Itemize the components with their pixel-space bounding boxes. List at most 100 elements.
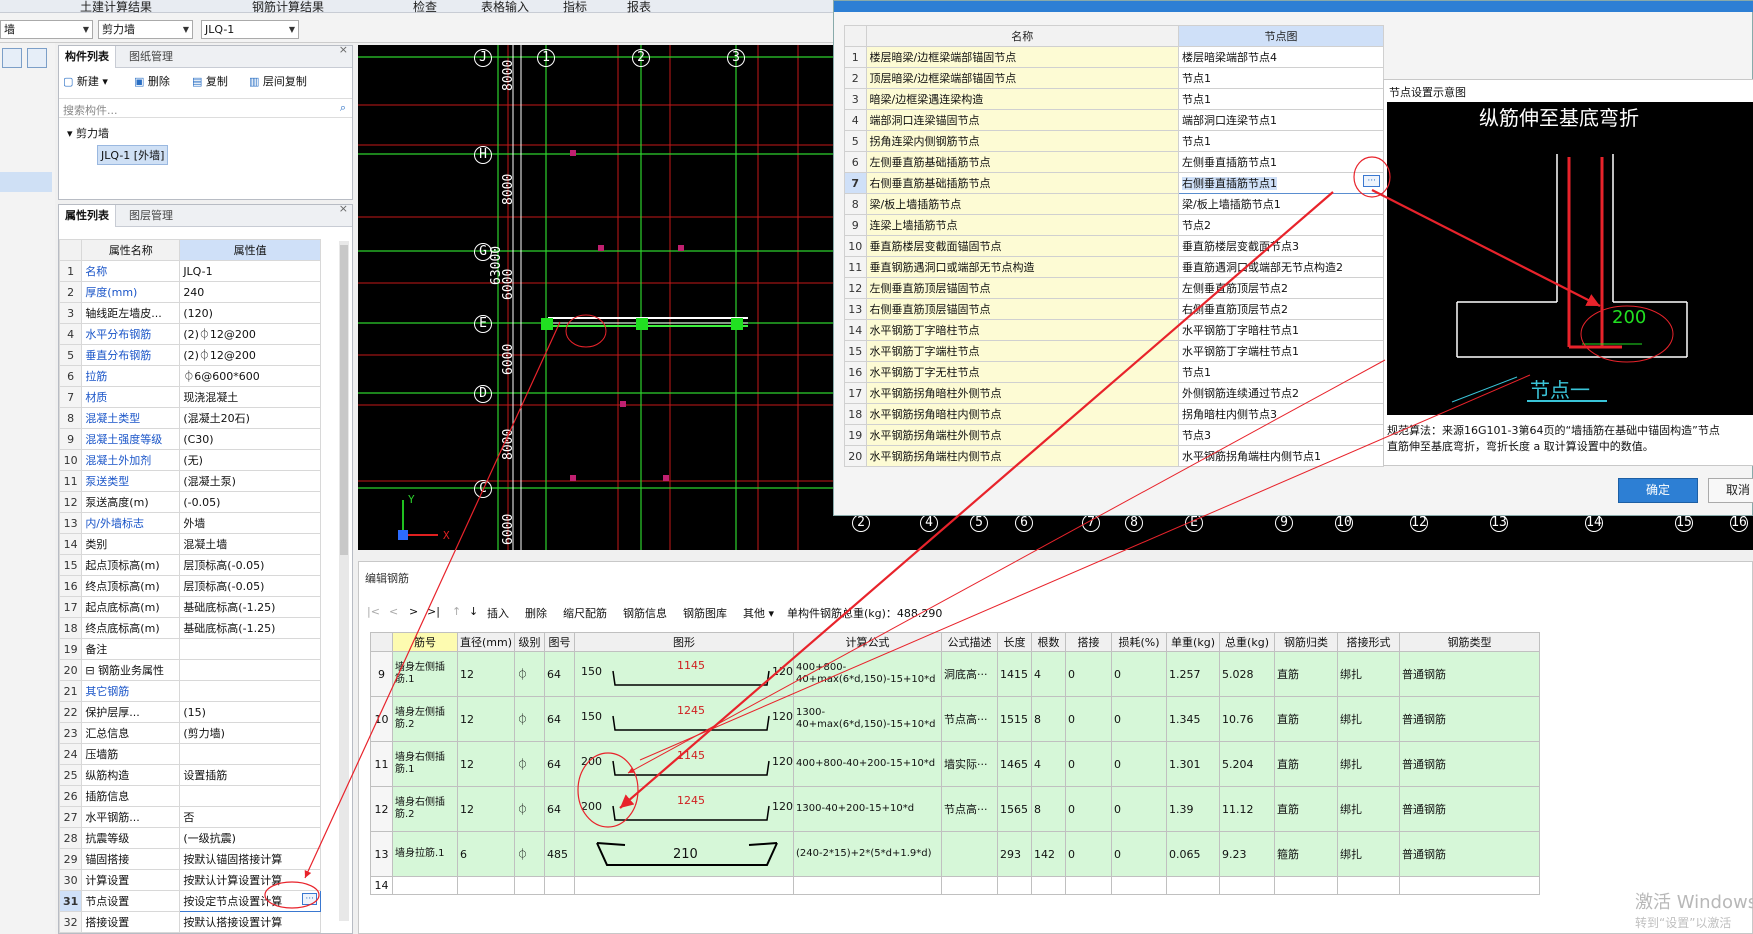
property-scrollbar[interactable] [339,241,349,921]
property-value[interactable] [179,638,321,660]
property-value[interactable]: 设置插筋 [179,764,321,786]
property-row[interactable]: 20 ⊟ 钢筋业务属性 [58,659,321,681]
node-row[interactable]: 1 楼层暗梁/边框梁端部锚固节点 楼层暗梁端部节点4 [844,46,1384,68]
rebar-len[interactable]: 1465 [997,741,1033,787]
node-row[interactable]: 20 水平钢筋拐角端柱内侧节点 水平钢筋拐角端柱内侧节点1 [844,445,1384,467]
empty-cell[interactable] [997,876,1033,895]
property-value[interactable] [179,785,321,807]
rebar-cat[interactable]: 箍筋 [1274,831,1339,877]
property-value[interactable]: 按默认计算设置计算 [179,869,321,891]
rebar-name[interactable]: 墙身右侧插筋.2 [392,786,458,832]
rebar-total[interactable]: 9.23 [1219,831,1276,877]
list-view-icon[interactable] [2,48,22,68]
rebar-loss[interactable]: 0 [1111,696,1168,742]
property-row[interactable]: 8 混凝土类型 (混凝土20石) [58,407,321,429]
node-figure[interactable]: 节点2 [1178,214,1384,236]
property-value[interactable]: (120) [179,302,321,324]
property-value[interactable]: (-0.05) [179,491,321,513]
close-icon[interactable]: × [339,43,348,56]
rebar-fig[interactable]: 64 [544,786,576,832]
rebar-count[interactable]: 142 [1031,831,1067,877]
node-figure[interactable]: 水平钢筋丁字暗柱节点1 [1178,319,1384,341]
rebar-lapform[interactable]: 绑扎 [1337,696,1401,742]
rebar-fig[interactable]: 64 [544,696,576,742]
node-row[interactable]: 19 水平钢筋拐角端柱外侧节点 节点3 [844,424,1384,446]
property-row[interactable]: 23 汇总信息 (剪力墙) [58,722,321,744]
rebar-count[interactable]: 4 [1031,741,1067,787]
node-figure[interactable]: 拐角暗柱内侧节点3 [1178,403,1384,425]
rebar-len[interactable]: 293 [997,831,1033,877]
rebar-dia[interactable]: 12 [456,651,516,697]
rebar-dia[interactable]: 12 [456,696,516,742]
rebar-formula[interactable]: 1300-40+200-15+10*d [793,786,943,832]
property-row[interactable]: 13 内/外墙标志 外墙 [58,512,321,534]
property-value[interactable]: 现浇混凝土 [179,386,321,408]
rebar-grade[interactable]: ⏀ [514,741,546,787]
rebar-shape-cell[interactable]: 200 1145 120 [574,741,795,787]
rebar-count[interactable]: 8 [1031,696,1067,742]
ok-button[interactable]: 确定 [1618,478,1698,503]
node-figure[interactable]: 节点1 [1178,361,1384,383]
property-value[interactable] [179,659,321,681]
node-figure[interactable]: 节点1 [1178,67,1384,89]
rebar-lap[interactable]: 0 [1065,831,1113,877]
rebar-row[interactable]: 11 墙身右侧插筋.1 12 ⏀ 64 200 1145 120 400+800-40+200-… [370,741,1541,787]
empty-cell[interactable] [544,876,576,895]
rebar-type[interactable]: 普通钢筋 [1399,696,1541,742]
rebar-total[interactable]: 11.12 [1219,786,1276,832]
property-row[interactable]: 25 纵筋构造 设置插筋 [58,764,321,786]
rebar-shape-cell[interactable]: 150 1245 120 [574,696,795,742]
empty-cell[interactable] [1399,876,1541,895]
tab-component-list[interactable]: 构件列表 [59,46,116,68]
prev-button[interactable]: < [389,605,398,618]
node-row[interactable]: 12 左侧垂直筋顶层锚固节点 左侧垂直筋顶层节点2 [844,277,1384,299]
rebar-unit[interactable]: 1.257 [1166,651,1221,697]
property-row[interactable]: 6 拉筋 ⏀6@600*600 [58,365,321,387]
property-value[interactable]: 外墙 [179,512,321,534]
rebar-len[interactable]: 1415 [997,651,1033,697]
rebar-len[interactable]: 1515 [997,696,1033,742]
rebar-loss[interactable]: 0 [1111,651,1168,697]
insert-button[interactable]: 插入 [487,605,509,621]
rebar-total[interactable]: 5.028 [1219,651,1276,697]
node-figure[interactable]: 水平钢筋拐角端柱内侧节点1 [1178,445,1384,467]
property-value[interactable]: 按设定节点设置计算 ··· [179,890,321,912]
property-value[interactable]: (混凝土泵) [179,470,321,492]
rebar-name[interactable]: 墙身右侧插筋.1 [392,741,458,787]
property-row[interactable]: 4 水平分布钢筋 (2)⏀12@200 [58,323,321,345]
rebar-grade[interactable]: ⏀ [514,651,546,697]
rebar-shape-cell[interactable]: 210 [574,831,795,877]
delete-button[interactable]: 删除 [525,605,547,621]
category-select[interactable]: 墙 ▼ [0,20,93,39]
property-row[interactable]: 14 类别 混凝土墙 [58,533,321,555]
node-figure[interactable]: 左侧垂直筋顶层节点2 [1178,277,1384,299]
empty-row[interactable]: 14 [370,876,1541,895]
rebar-row[interactable]: 13 墙身拉筋.1 6 ⏀ 485 210 (240-2*15)+2*(5*d+1.9*d)… [370,831,1541,877]
rebar-desc[interactable]: 洞底高··· [941,651,999,697]
property-row[interactable]: 5 垂直分布钢筋 (2)⏀12@200 [58,344,321,366]
node-row[interactable]: 15 水平钢筋丁字端柱节点 水平钢筋丁字端柱节点1 [844,340,1384,362]
rebar-row[interactable]: 10 墙身左侧插筋.2 12 ⏀ 64 150 1245 120 1300-40+max(6*d… [370,696,1541,742]
property-row[interactable]: 9 混凝土强度等级 (C30) [58,428,321,450]
rebar-cat[interactable]: 直筋 [1274,741,1339,787]
property-row[interactable]: 15 起点顶标高(m) 层顶标高(-0.05) [58,554,321,576]
property-row[interactable]: 24 压墙筋 [58,743,321,765]
scale-rebar-button[interactable]: 缩尺配筋 [563,605,607,621]
rebar-lap[interactable]: 0 [1065,786,1113,832]
rebar-row[interactable]: 9 墙身左侧插筋.1 12 ⏀ 64 150 1145 120 400+800-40+max(6… [370,651,1541,697]
rebar-loss[interactable]: 0 [1111,741,1168,787]
rebar-lapform[interactable]: 绑扎 [1337,741,1401,787]
rebar-unit[interactable]: 1.301 [1166,741,1221,787]
tab-drawing-manage[interactable]: 图纸管理 [123,46,179,68]
property-value[interactable]: 按默认锚固搭接计算 [179,848,321,870]
empty-cell[interactable] [1031,876,1067,895]
property-value[interactable]: 层顶标高(-0.05) [179,575,321,597]
rebar-formula[interactable]: (240-2*15)+2*(5*d+1.9*d) [793,831,943,877]
tree-group[interactable]: ▾ 剪力墙 [67,125,109,141]
rebar-fig[interactable]: 64 [544,741,576,787]
rebar-lapform[interactable]: 绑扎 [1337,651,1401,697]
property-value[interactable]: 层顶标高(-0.05) [179,554,321,576]
property-row[interactable]: 32 搭接设置 按默认搭接设置计算 [58,911,321,933]
property-row[interactable]: 21 其它钢筋 [58,680,321,702]
node-figure[interactable]: 左侧垂直插筋节点1 [1178,151,1384,173]
